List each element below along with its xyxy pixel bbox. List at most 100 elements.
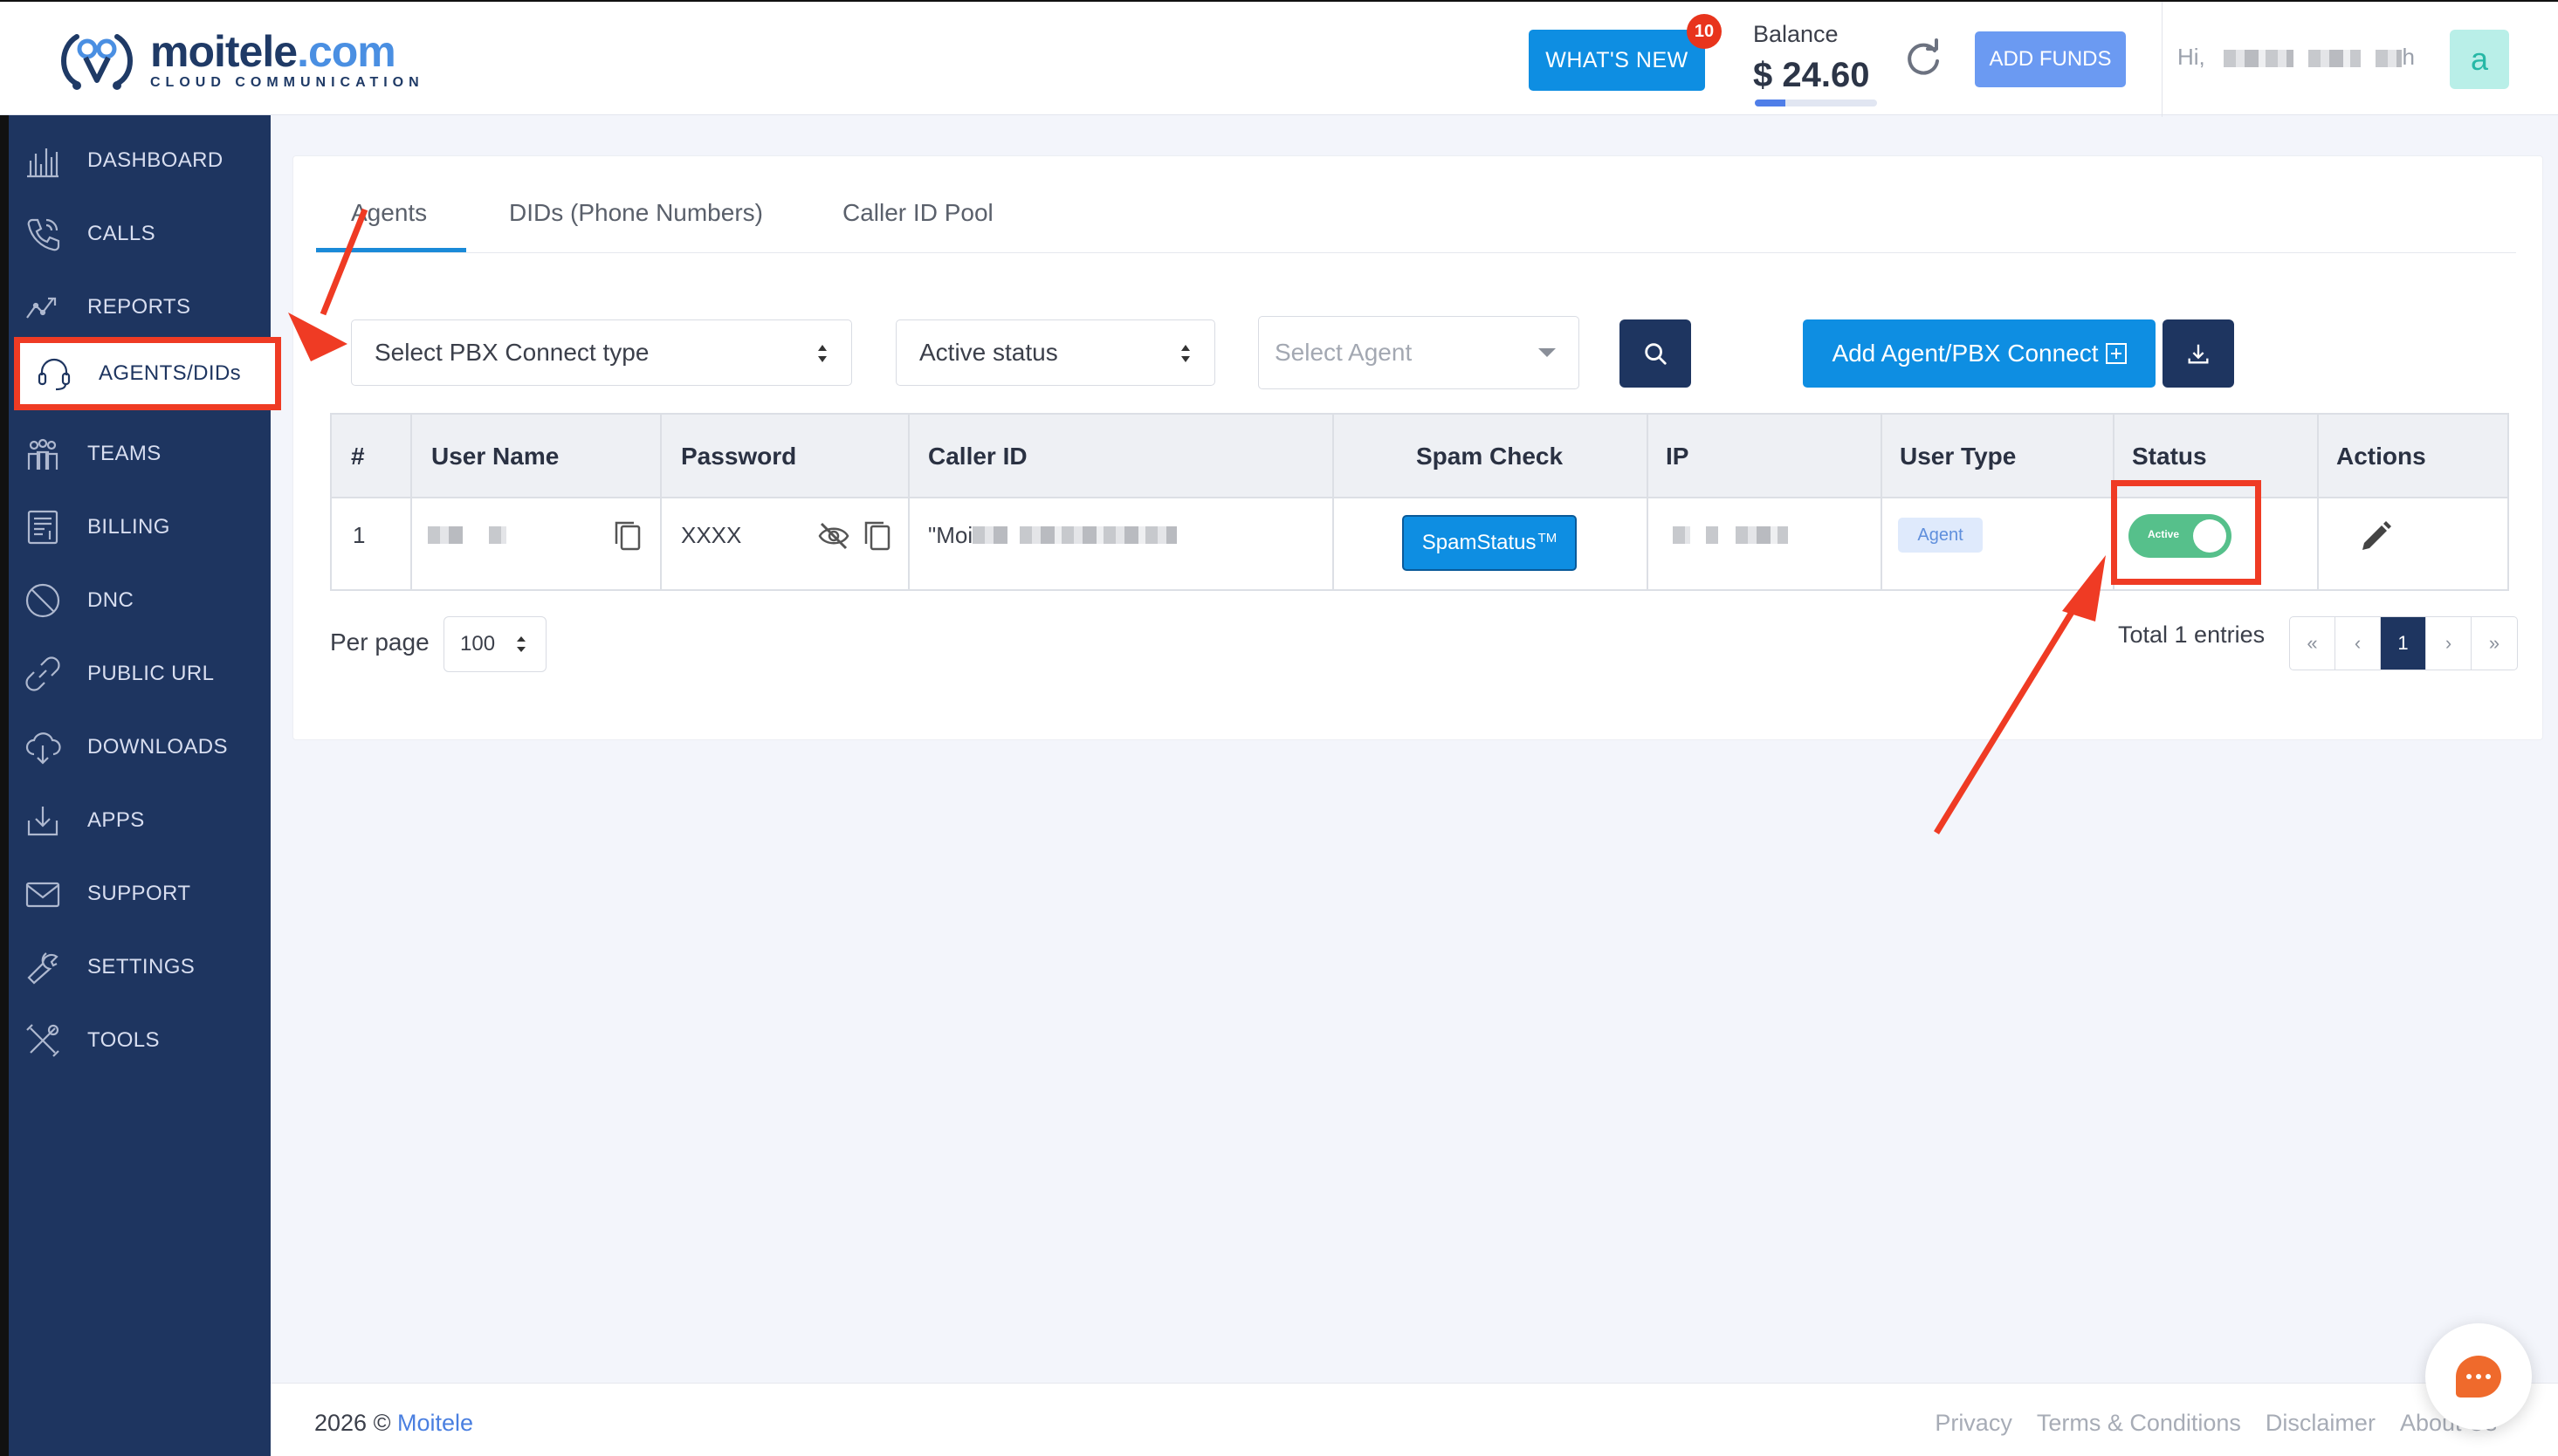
sidebar-item-label: DOWNLOADS	[87, 735, 228, 759]
copy-icon[interactable]	[613, 519, 643, 553]
column-divider	[2317, 415, 2319, 589]
footer-links: Privacy Terms & Conditions Disclaimer Ab…	[1935, 1410, 2497, 1437]
logo-icon	[61, 34, 133, 90]
sidebar-item-dashboard[interactable]: DASHBOARD	[9, 124, 271, 197]
prev-page-button[interactable]: ‹	[2335, 617, 2381, 670]
brand-tagline: CLOUD COMMUNICATION	[150, 75, 424, 90]
window-edge	[0, 115, 9, 1456]
copy-icon[interactable]	[863, 519, 892, 553]
balance-progress-bar	[1755, 100, 1877, 106]
last-page-button[interactable]: »	[2472, 617, 2517, 670]
headset-icon	[32, 354, 76, 393]
wrench-icon	[21, 948, 65, 986]
balance-progress-fill	[1755, 100, 1785, 106]
team-icon	[21, 435, 65, 473]
sidebar-item-label: DASHBOARD	[87, 148, 223, 172]
column-divider	[908, 415, 910, 589]
search-button[interactable]	[1619, 319, 1691, 388]
refresh-icon[interactable]	[1903, 38, 1943, 79]
ip-cell	[1673, 498, 1788, 572]
per-page-select[interactable]: 100	[444, 616, 547, 672]
sidebar-item-settings[interactable]: SETTINGS	[9, 931, 271, 1004]
redacted-ip	[1673, 526, 1690, 544]
edit-pencil-icon[interactable]	[2355, 519, 2394, 557]
sidebar-item-label: DNC	[87, 588, 134, 612]
eye-off-icon[interactable]	[817, 521, 850, 551]
caller-id-value: "Moi	[928, 521, 973, 548]
col-header-password[interactable]: Password	[681, 415, 796, 498]
sidebar-item-agents-dids[interactable]: AGENTS/DIDs	[14, 337, 281, 410]
redacted-user-name	[2224, 50, 2294, 68]
sort-arrows-icon	[818, 345, 827, 362]
tab-caller-id-pool[interactable]: Caller ID Pool	[842, 199, 994, 227]
privacy-link[interactable]: Privacy	[1935, 1410, 2012, 1437]
spam-status-button[interactable]: SpamStatus TM	[1402, 515, 1577, 571]
tab-dids[interactable]: DIDs (Phone Numbers)	[509, 199, 763, 227]
sidebar-item-label: BILLING	[87, 515, 170, 539]
sidebar-item-label: SUPPORT	[87, 882, 191, 905]
sidebar-item-public-url[interactable]: PUBLIC URL	[9, 637, 271, 711]
first-page-button[interactable]: «	[2290, 617, 2335, 670]
col-header-ip[interactable]: IP	[1666, 415, 1688, 498]
sidebar-item-teams[interactable]: TEAMS	[9, 417, 271, 491]
col-header-num[interactable]: #	[351, 415, 365, 498]
search-icon	[1645, 343, 1667, 365]
pbx-type-select[interactable]: Select PBX Connect type	[351, 319, 852, 386]
whats-new-button[interactable]: WHAT'S NEW	[1529, 30, 1705, 91]
col-header-username[interactable]: User Name	[431, 415, 559, 498]
pbx-type-value: Select PBX Connect type	[375, 339, 650, 366]
sidebar-item-reports[interactable]: REPORTS	[9, 271, 271, 344]
company-link[interactable]: Moitele	[397, 1410, 473, 1436]
add-agent-label: Add Agent/PBX Connect	[1832, 340, 2099, 367]
status-filter-value: Active status	[919, 339, 1058, 366]
user-greeting[interactable]: Hi, h	[2177, 44, 2415, 71]
balance-label: Balance	[1753, 21, 1839, 47]
sidebar-item-dnc[interactable]: DNC	[9, 564, 271, 637]
col-header-spam-check[interactable]: Spam Check	[1416, 415, 1563, 498]
add-funds-button[interactable]: ADD FUNDS	[1975, 31, 2126, 87]
next-page-button[interactable]: ›	[2426, 617, 2472, 670]
username-cell	[428, 498, 506, 572]
sidebar-item-apps[interactable]: APPS	[9, 784, 271, 857]
add-agent-button[interactable]: Add Agent/PBX Connect	[1803, 319, 2156, 388]
tab-agents[interactable]: Agents	[351, 199, 427, 227]
download-button[interactable]	[2163, 319, 2234, 388]
sidebar-item-label: REPORTS	[87, 295, 191, 319]
sidebar-item-tools[interactable]: TOOLS	[9, 1004, 271, 1077]
brand-name: moitele.com	[150, 27, 396, 76]
current-page-button[interactable]: 1	[2381, 617, 2426, 670]
active-tab-indicator	[316, 248, 466, 252]
disclaimer-link[interactable]: Disclaimer	[2266, 1410, 2376, 1437]
sidebar-item-billing[interactable]: BILLING	[9, 491, 271, 564]
sidebar-item-calls[interactable]: CALLS	[9, 197, 271, 271]
total-entries: Total 1 entries	[2118, 622, 2266, 648]
logo[interactable]: moitele.com CLOUD COMMUNICATION	[51, 21, 424, 100]
sidebar-item-label: AGENTS/DIDs	[99, 361, 242, 385]
sort-arrows-icon	[1181, 345, 1190, 362]
terms-link[interactable]: Terms & Conditions	[2037, 1410, 2241, 1437]
sidebar-item-support[interactable]: SUPPORT	[9, 857, 271, 931]
tab-divider	[316, 252, 2516, 253]
annotation-highlight-status	[2111, 480, 2261, 585]
sidebar-item-label: CALLS	[87, 222, 156, 245]
avatar[interactable]: a	[2450, 30, 2509, 89]
footer: 2026 © Moitele Privacy Terms & Condition…	[271, 1383, 2558, 1456]
agent-select[interactable]: Select Agent	[1258, 316, 1579, 389]
column-divider	[1647, 415, 1648, 589]
chat-bubble-icon	[2456, 1356, 2501, 1398]
mail-icon	[21, 875, 65, 913]
col-header-caller-id[interactable]: Caller ID	[928, 415, 1028, 498]
user-type-badge: Agent	[1898, 518, 1983, 553]
sidebar-item-label: PUBLIC URL	[87, 662, 215, 685]
col-header-user-type[interactable]: User Type	[1900, 415, 2016, 498]
sidebar-item-label: SETTINGS	[87, 955, 196, 979]
column-divider	[1881, 415, 1882, 589]
col-header-actions[interactable]: Actions	[2336, 415, 2426, 498]
status-select[interactable]: Active status	[896, 319, 1215, 386]
redacted-username	[428, 526, 463, 544]
sidebar-item-downloads[interactable]: DOWNLOADS	[9, 711, 271, 784]
cloud-download-icon	[21, 728, 65, 766]
trend-icon	[21, 288, 65, 326]
chat-widget-button[interactable]	[2425, 1323, 2532, 1430]
plus-square-icon	[2105, 343, 2127, 364]
